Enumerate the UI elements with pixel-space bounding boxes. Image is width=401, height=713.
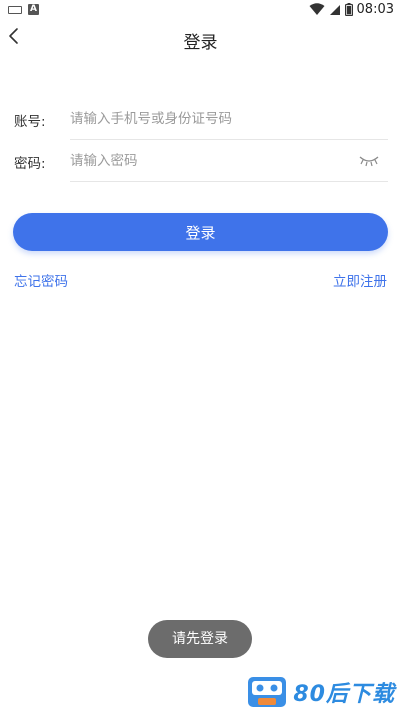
battery-icon bbox=[344, 3, 353, 16]
signal-icon bbox=[329, 4, 340, 15]
status-right-icons: 08:03 bbox=[309, 2, 394, 17]
page-title: 登录 bbox=[183, 33, 218, 53]
password-field-row: 密码: bbox=[14, 140, 388, 182]
account-field-row: 账号: bbox=[14, 98, 388, 140]
cassette-logo-icon bbox=[248, 677, 287, 707]
register-link[interactable]: 立即注册 bbox=[333, 270, 387, 290]
eye-closed-icon[interactable] bbox=[358, 153, 380, 167]
status-bar: A 08:03 bbox=[0, 0, 401, 22]
password-label: 密码: bbox=[14, 156, 46, 172]
forgot-password-link[interactable]: 忘记密码 bbox=[14, 270, 68, 290]
login-button[interactable]: 登录 bbox=[13, 213, 388, 251]
account-label: 账号: bbox=[14, 114, 46, 130]
status-time: 08:03 bbox=[356, 2, 394, 17]
status-left-icons: A bbox=[8, 4, 39, 15]
watermark-text: 80后下载 bbox=[293, 682, 395, 707]
toast-message: 请先登录 bbox=[148, 620, 252, 658]
account-input[interactable] bbox=[70, 98, 388, 140]
keyboard-icon bbox=[8, 5, 22, 14]
wifi-icon bbox=[309, 3, 325, 15]
watermark: 80后下载 bbox=[247, 676, 395, 708]
a-notification-icon: A bbox=[28, 4, 39, 15]
password-input[interactable] bbox=[70, 140, 388, 182]
navigation-bar: 登录 bbox=[0, 22, 401, 58]
